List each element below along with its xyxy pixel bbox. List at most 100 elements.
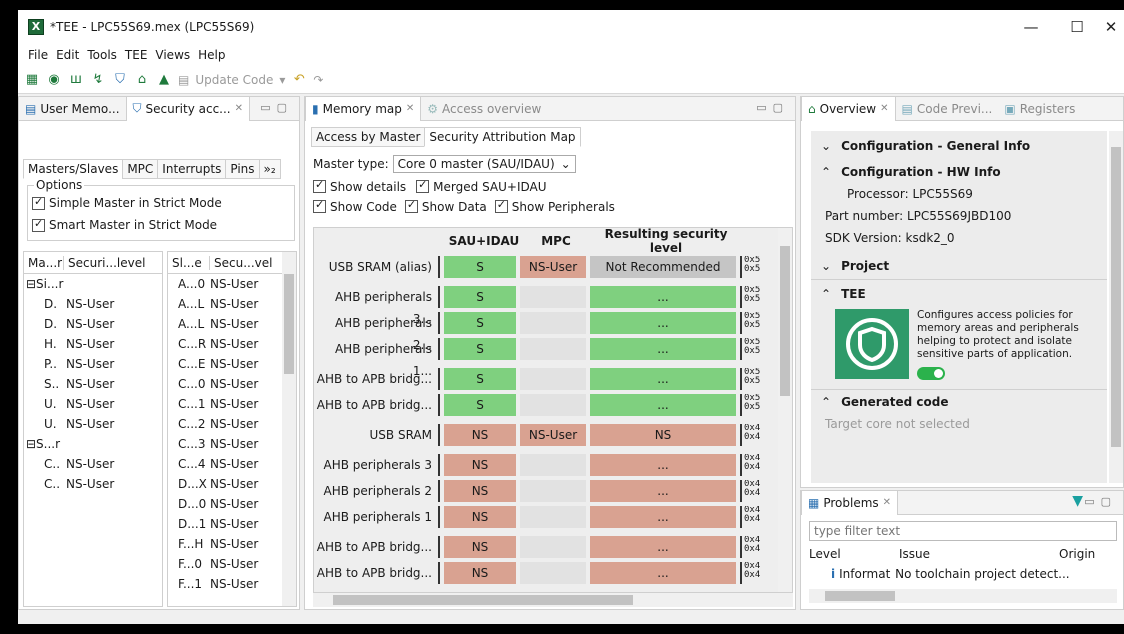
memory-map-hscroll-thumb[interactable]: [333, 595, 633, 605]
masters-row[interactable]: D. NS-User: [24, 314, 162, 334]
slaves-scrollbar[interactable]: [282, 252, 296, 606]
memory-region-row[interactable]: AHB to APB bridg... NS... 0x4 0x4: [314, 534, 792, 560]
masters-row[interactable]: U. NS-User: [24, 394, 162, 414]
subtab-more[interactable]: »₂: [258, 159, 281, 179]
home-icon[interactable]: ⌂: [134, 72, 150, 87]
tab-code-preview[interactable]: ▤ Code Previ...: [896, 97, 999, 121]
problems-minmax-icon[interactable]: ▭▢: [1084, 495, 1117, 508]
update-code-button[interactable]: Update Code: [195, 73, 273, 87]
checkbox-show-code[interactable]: [313, 198, 326, 213]
dropdown-arrow-icon[interactable]: ▾: [279, 73, 285, 87]
tab-problems[interactable]: ▦ Problems ✕: [801, 491, 899, 515]
problems-filter-input[interactable]: [809, 521, 1117, 541]
problems-col-origin[interactable]: Origin: [1059, 547, 1095, 561]
section-project[interactable]: ⌄ Project: [821, 259, 889, 273]
tab-security-access[interactable]: ⛉ Security acc... ✕: [125, 97, 251, 121]
memory-map-scrollbar-v[interactable]: [778, 228, 792, 592]
slaves-row[interactable]: D...0 NS-User: [168, 494, 296, 514]
slaves-col-slave[interactable]: Sl...e: [168, 255, 210, 270]
memory-region-row[interactable]: AHB peripherals 2... S... 0x5 0x5: [314, 310, 792, 352]
header-mpc[interactable]: MPC: [522, 234, 590, 248]
slaves-row[interactable]: D...X NS-User: [168, 474, 296, 494]
slaves-col-level[interactable]: Secu...vel: [210, 256, 272, 270]
checkbox-smart-master[interactable]: [32, 217, 45, 232]
chip-icon[interactable]: ◉: [46, 72, 62, 87]
memory-region-row[interactable]: USB SRAM NS NS-User NS 0x4 0x4: [314, 422, 792, 448]
subtab-security-attribution-map[interactable]: Security Attribution Map: [424, 127, 581, 147]
master-type-select[interactable]: Core 0 master (SAU/IDAU) ⌄: [392, 155, 576, 173]
overview-scrollbar[interactable]: [1109, 131, 1123, 483]
filter-icon[interactable]: ▼: [1072, 493, 1083, 509]
memory-region-row[interactable]: AHB peripherals 1... S... 0x5 0x5: [314, 336, 792, 378]
section-generated[interactable]: ⌃ Generated code: [821, 395, 948, 409]
masters-row[interactable]: P.. NS-User: [24, 354, 162, 374]
check-show-data[interactable]: Show Data: [404, 198, 487, 214]
shield-tool-icon[interactable]: ⛉: [112, 72, 128, 87]
menu-tee[interactable]: TEE: [121, 48, 152, 62]
check-show-peripherals[interactable]: Show Peripherals: [494, 198, 615, 214]
slaves-row[interactable]: F...1 NS-User: [168, 574, 296, 594]
pins-icon[interactable]: ш: [68, 72, 84, 87]
warning-icon[interactable]: ▲: [156, 72, 172, 87]
header-resulting-level[interactable]: Resulting security level: [590, 228, 742, 255]
masters-row[interactable]: U. NS-User: [24, 414, 162, 434]
close-problems-icon[interactable]: ✕: [883, 497, 891, 508]
tab-overview[interactable]: ⌂ Overview ✕: [801, 97, 896, 121]
close-overview-icon[interactable]: ✕: [880, 103, 888, 114]
memory-region-row[interactable]: AHB peripherals 3 NS... 0x4 0x4: [314, 452, 792, 478]
option-smart-master[interactable]: Smart Master in Strict Mode: [32, 217, 217, 232]
masters-row[interactable]: C.. NS-User: [24, 454, 162, 474]
tab-registers[interactable]: ▣ Registers: [998, 97, 1081, 121]
menu-edit[interactable]: Edit: [52, 48, 83, 62]
memory-region-row[interactable]: AHB peripherals 3... S... 0x5 0x5: [314, 284, 792, 326]
center-minmax-icon[interactable]: ▭▢: [756, 101, 789, 114]
option-simple-master[interactable]: Simple Master in Strict Mode: [32, 195, 222, 210]
close-memory-map-icon[interactable]: ✕: [406, 103, 414, 114]
header-sau-idau[interactable]: SAU+IDAU: [446, 234, 522, 248]
slaves-scroll-thumb[interactable]: [284, 274, 294, 374]
slaves-row[interactable]: A...L NS-User: [168, 294, 296, 314]
redo-icon[interactable]: ↷: [313, 73, 323, 87]
slaves-row[interactable]: C...3 NS-User: [168, 434, 296, 454]
slaves-row[interactable]: A...0 NS-User: [168, 274, 296, 294]
checkbox-simple-master[interactable]: [32, 195, 45, 210]
slaves-row[interactable]: C...0 NS-User: [168, 374, 296, 394]
subtab-masters-slaves[interactable]: Masters/Slaves: [23, 159, 124, 179]
check-show-details[interactable]: Show details: [313, 178, 406, 194]
memory-map-scrollbar-h[interactable]: [313, 593, 793, 607]
slaves-row[interactable]: F...H NS-User: [168, 534, 296, 554]
masters-row[interactable]: ⊟Si...r: [24, 274, 162, 294]
checkbox-show-details[interactable]: [313, 178, 326, 193]
slaves-row[interactable]: C...4 NS-User: [168, 454, 296, 474]
memory-region-row[interactable]: AHB to APB bridg... S... 0x5 0x5: [314, 366, 792, 392]
section-hw[interactable]: ⌃ Configuration - HW Info: [821, 165, 1001, 179]
subtab-access-by-master[interactable]: Access by Master: [311, 127, 426, 147]
menu-views[interactable]: Views: [151, 48, 194, 62]
tab-memory-map[interactable]: ▮ Memory map ✕: [305, 97, 422, 121]
undo-icon[interactable]: ↶: [291, 72, 307, 87]
problems-col-level[interactable]: Level: [809, 547, 899, 561]
slaves-row[interactable]: A...L NS-User: [168, 314, 296, 334]
problems-col-issue[interactable]: Issue: [899, 547, 1059, 561]
close-button[interactable]: ✕: [1088, 10, 1124, 44]
overview-scroll-thumb[interactable]: [1111, 147, 1121, 447]
menu-tools[interactable]: Tools: [83, 48, 121, 62]
checkbox-merged[interactable]: [416, 178, 430, 193]
problems-row[interactable]: i Informat No toolchain project detect..…: [831, 567, 1121, 581]
tee-toggle[interactable]: [917, 367, 945, 380]
clock-icon[interactable]: ↯: [90, 72, 106, 87]
masters-row[interactable]: D. NS-User: [24, 294, 162, 314]
masters-row[interactable]: C.. NS-User: [24, 474, 162, 494]
problems-scrollbar-h[interactable]: [809, 589, 1117, 603]
checkbox-show-data[interactable]: [404, 198, 418, 213]
problems-hscroll-thumb[interactable]: [825, 591, 895, 601]
memory-region-row[interactable]: AHB peripherals 1 NS... 0x4 0x4: [314, 504, 792, 530]
subtab-mpc[interactable]: MPC: [122, 159, 159, 179]
masters-row[interactable]: S.. NS-User: [24, 374, 162, 394]
view-minmax-icon[interactable]: ▭▢: [260, 101, 293, 114]
check-show-code[interactable]: Show Code: [313, 198, 397, 214]
slaves-row[interactable]: F...0 NS-User: [168, 554, 296, 574]
slaves-row[interactable]: D...1 NS-User: [168, 514, 296, 534]
memory-region-row[interactable]: AHB to APB bridg... S... 0x5 0x5: [314, 392, 792, 418]
masters-col-level[interactable]: Securi...level: [64, 256, 145, 270]
